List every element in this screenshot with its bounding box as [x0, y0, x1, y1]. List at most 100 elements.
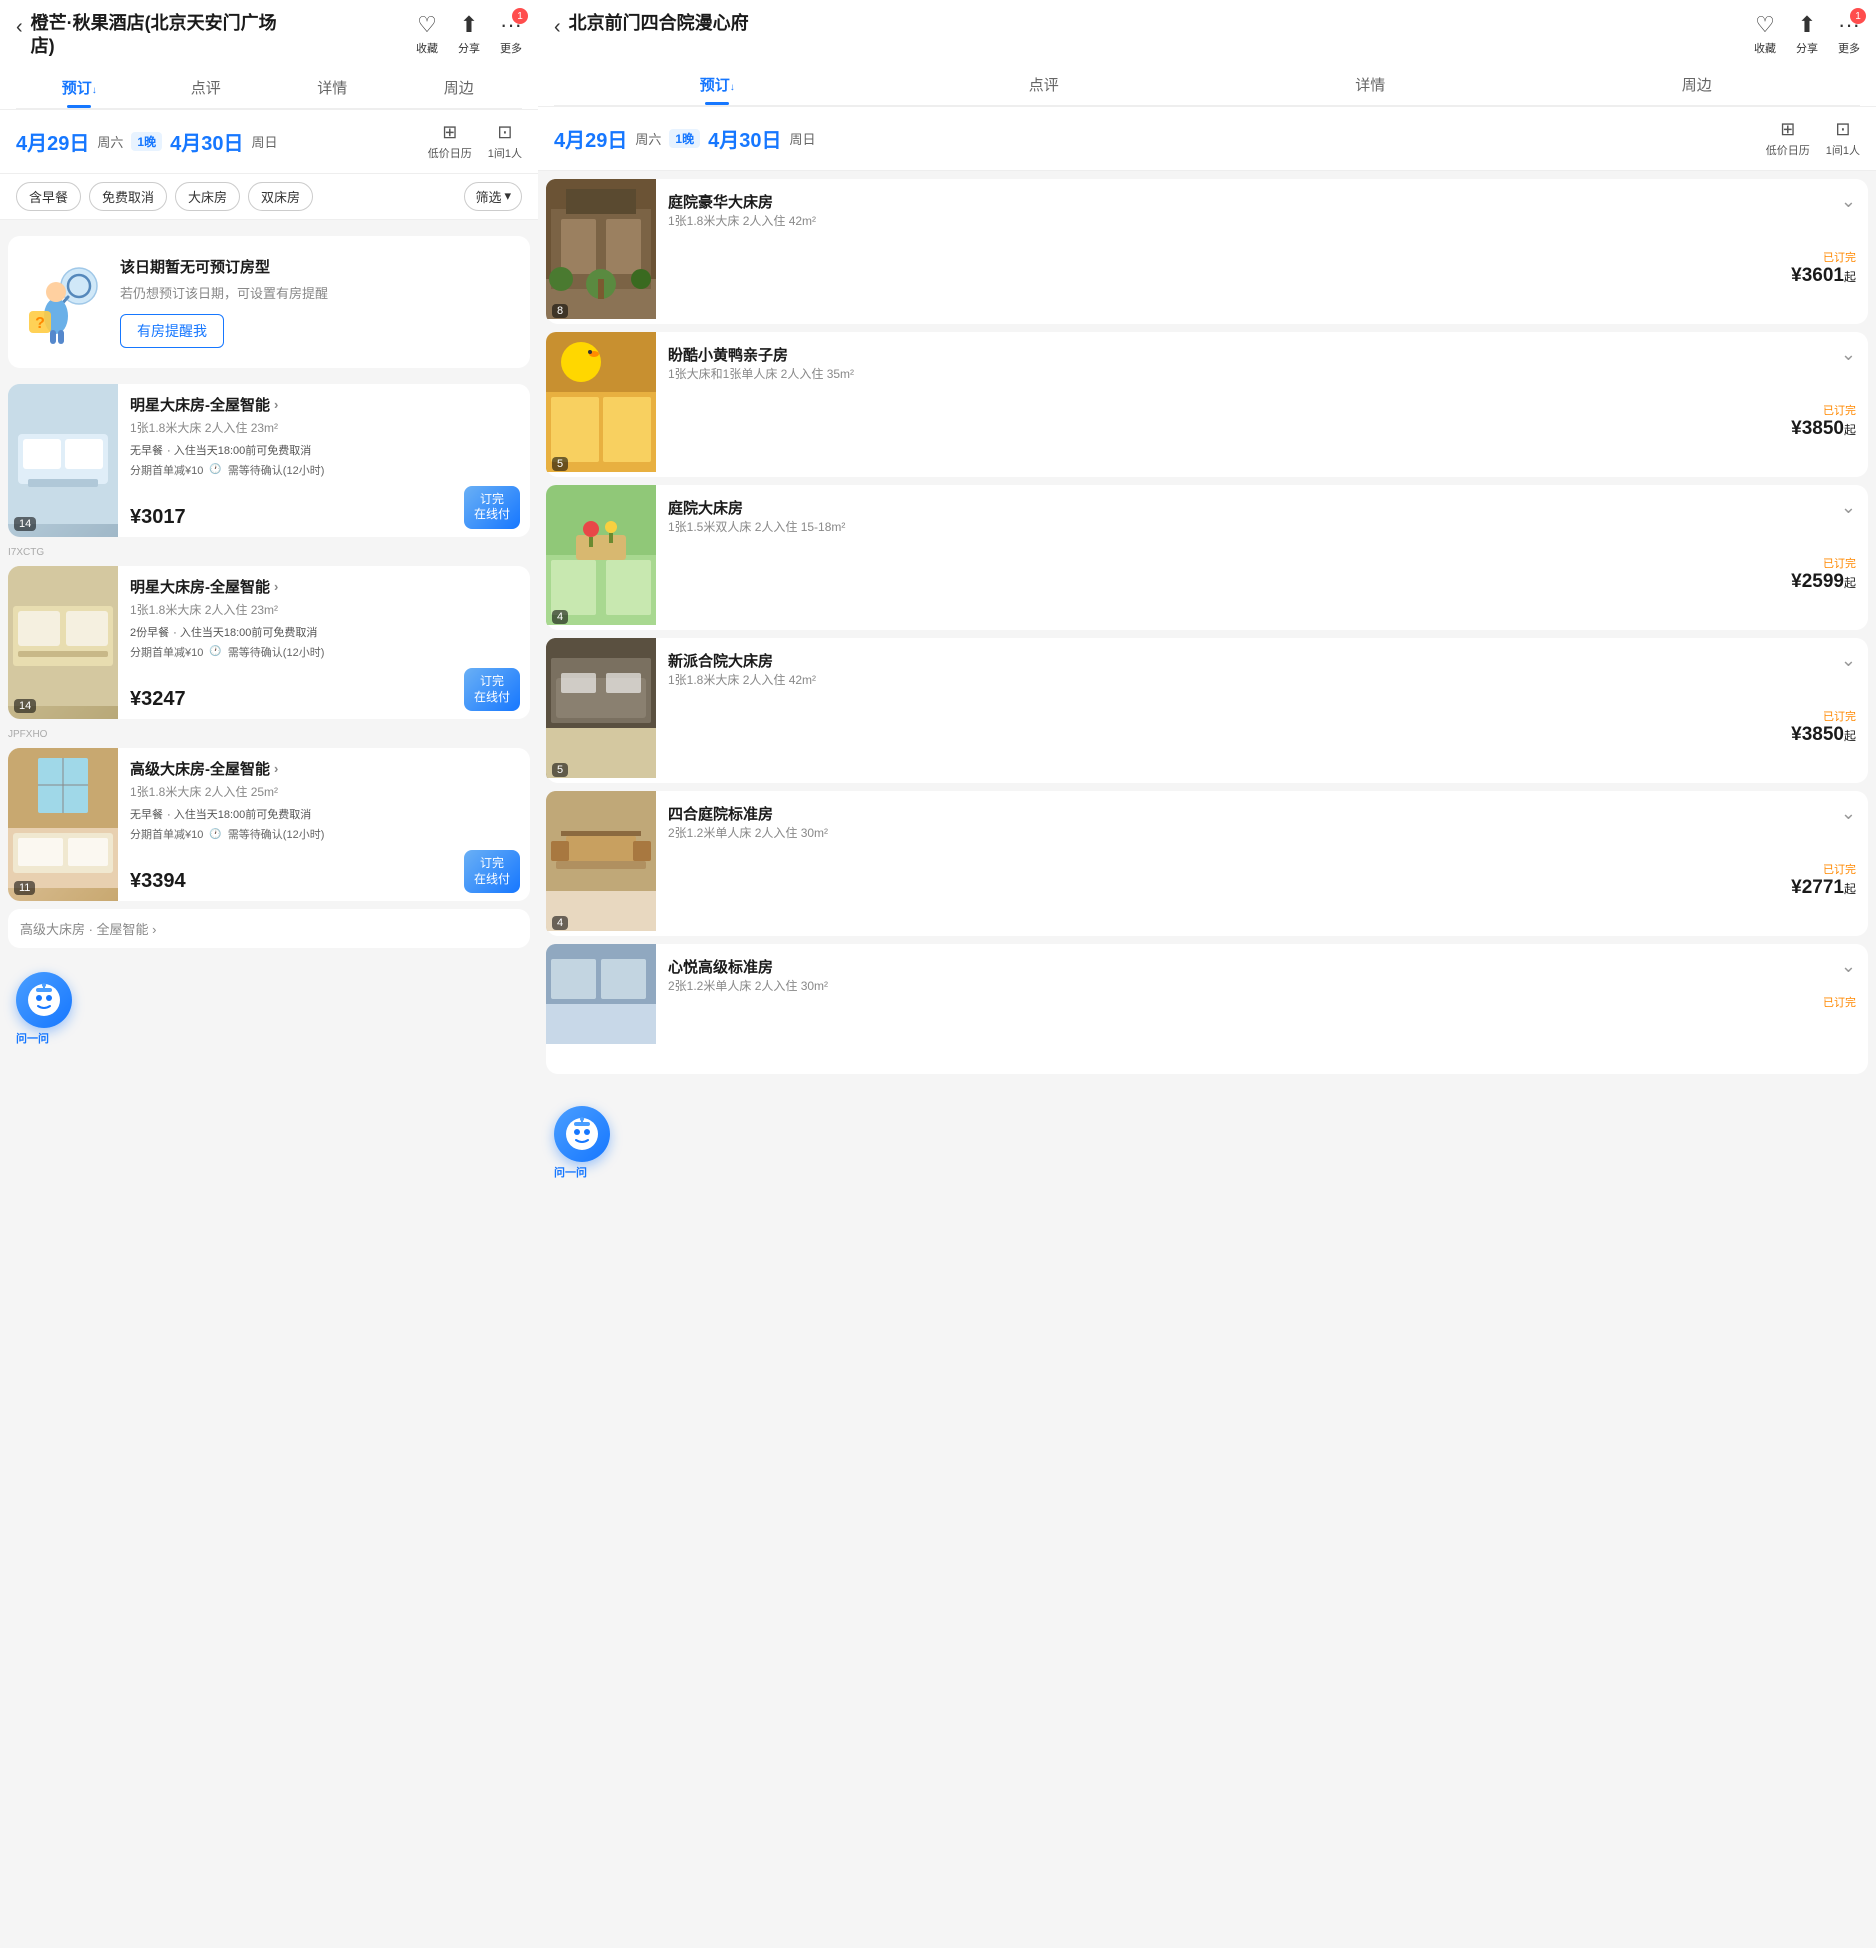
filter-king-bed[interactable]: 大床房: [175, 182, 240, 211]
remind-btn[interactable]: 有房提醒我: [120, 314, 224, 348]
room-tags-1: 无早餐 入住当天18:00前可免费取消: [130, 442, 520, 458]
right-room-img-badge-3: 4: [552, 610, 568, 624]
expand-icon-1[interactable]: ⌄: [1841, 191, 1856, 212]
expand-icon-6[interactable]: ⌄: [1841, 956, 1856, 977]
left-checkin-date[interactable]: 4月29日: [16, 127, 89, 156]
right-room-meta-2: 1张大床和1张单人床 2人入住 35m²: [668, 365, 1856, 382]
right-room-card-2: 5 ⌄ 盼酷小黄鸭亲子房 1张大床和1张单人床 2人入住 35m² 已订完 ¥3…: [546, 332, 1868, 477]
tab-details-right[interactable]: 详情: [1207, 64, 1534, 105]
room-image-3[interactable]: 11: [8, 748, 118, 901]
svg-text:?: ?: [35, 315, 45, 332]
room-tags-3: 无早餐 入住当天18:00前可免费取消: [130, 806, 520, 822]
left-room-person[interactable]: ⊡ 1间1人: [488, 122, 522, 161]
right-room-image-3[interactable]: 4: [546, 485, 656, 630]
right-price-4: ¥3850起: [668, 724, 1856, 746]
room-img-badge-3: 11: [14, 881, 35, 895]
filter-twin-bed[interactable]: 双床房: [248, 182, 313, 211]
room-name-3: 高级大床房-全屋智能 ›: [130, 758, 520, 779]
room-bottom-1: ¥3017 订完 在线付: [130, 486, 520, 529]
tab-nearby-right[interactable]: 周边: [1534, 64, 1861, 105]
filter-select-btn[interactable]: 筛选 ▾: [464, 182, 522, 211]
right-room-meta-4: 1张1.8米大床 2人入住 42m²: [668, 671, 1856, 688]
room-meta-1: 1张1.8米大床 2人入住 23m²: [130, 419, 520, 436]
left-share-action[interactable]: ⬆ 分享: [458, 12, 480, 56]
right-checkout-date[interactable]: 4月30日: [708, 124, 781, 153]
right-checkin-date[interactable]: 4月29日: [554, 124, 627, 153]
tab-nearby-left[interactable]: 周边: [396, 67, 523, 108]
right-share-action[interactable]: ⬆ 分享: [1796, 12, 1818, 56]
right-tab-bar: 预订↓ 点评 详情 周边: [554, 64, 1860, 106]
right-room-image-1[interactable]: 8: [546, 179, 656, 324]
left-header: ‹ 橙芒·秋果酒店(北京天安门广场店) ♡ 收藏 ⬆ 分享 ··· 1 更: [0, 0, 538, 110]
left-more-action[interactable]: ··· 1 更多: [500, 12, 522, 56]
left-ai-wrapper[interactable]: 问一问: [16, 972, 522, 1046]
right-room-card-1: 8 ⌄ 庭院豪华大床房 1张1.8米大床 2人入住 42m² 已订完 ¥3601…: [546, 179, 1868, 324]
left-low-price-calendar[interactable]: ⊞ 低价日历: [428, 122, 472, 161]
filter-free-cancel[interactable]: 免费取消: [89, 182, 167, 211]
book-button-1[interactable]: 订完 在线付: [464, 486, 520, 529]
left-collect-action[interactable]: ♡ 收藏: [416, 12, 438, 56]
right-low-price-calendar[interactable]: ⊞ 低价日历: [1766, 119, 1810, 158]
right-ai-wrapper[interactable]: 问一问: [554, 1106, 1860, 1180]
right-room-name-2: 盼酷小黄鸭亲子房: [668, 344, 1856, 365]
room-image-2[interactable]: 14: [8, 566, 118, 719]
book-button-3[interactable]: 订完 在线付: [464, 850, 520, 893]
right-room-image-5[interactable]: 4: [546, 791, 656, 936]
right-room-image-4[interactable]: 5: [546, 638, 656, 783]
expand-icon-2[interactable]: ⌄: [1841, 344, 1856, 365]
right-room-name-6: 心悦高级标准房: [668, 956, 1856, 977]
right-hotel-title: 北京前门四合院漫心府: [569, 12, 749, 35]
right-checkin-day: 周六: [635, 129, 661, 148]
no-avail-title: 该日期暂无可预订房型: [120, 256, 328, 277]
right-booked-2: 已订完: [668, 402, 1856, 418]
left-scroll-area: 4月29日 周六 1晚 4月30日 周日 ⊞ 低价日历 ⊡ 1间1人 含早餐 免…: [0, 110, 538, 1948]
left-room-list: 14 明星大床房-全屋智能 › 1张1.8米大床 2人入住 23m² 无早餐 入…: [0, 384, 538, 965]
tab-booking-right[interactable]: 预订↓: [554, 64, 881, 105]
right-back-button[interactable]: ‹: [554, 16, 561, 39]
right-ai-label: 问一问: [554, 1164, 587, 1180]
room-image-1[interactable]: 14: [8, 384, 118, 537]
book-button-2[interactable]: 订完 在线付: [464, 668, 520, 711]
right-room-image-6[interactable]: [546, 944, 656, 1074]
share-icon: ⬆: [460, 12, 478, 38]
room-icon-right: ⊡: [1835, 119, 1850, 140]
room-card-1: 14 明星大床房-全屋智能 › 1张1.8米大床 2人入住 23m² 无早餐 入…: [8, 384, 530, 537]
right-ai-bot[interactable]: [554, 1106, 610, 1162]
chevron-right-icon-3: ›: [274, 761, 278, 776]
right-room-info-4: ⌄ 新派合院大床房 1张1.8米大床 2人入住 42m² 已订完 ¥3850起: [656, 638, 1868, 783]
room-img-badge-2: 14: [14, 699, 36, 713]
left-checkout-day: 周日: [251, 132, 277, 151]
left-ai-label: 问一问: [16, 1030, 49, 1046]
expand-icon-5[interactable]: ⌄: [1841, 803, 1856, 824]
no-availability-card: ? 该日期暂无可预订房型 若仍想预订该日期，可设置有房提醒 有房提醒我: [8, 236, 530, 368]
expand-icon-3[interactable]: ⌄: [1841, 497, 1856, 518]
right-room-person[interactable]: ⊡ 1间1人: [1826, 119, 1860, 158]
right-room-meta-3: 1张1.5米双人床 2人入住 15-18m²: [668, 518, 1856, 535]
tab-booking-left[interactable]: 预订↓: [16, 67, 143, 108]
left-hotel-title: 橙芒·秋果酒店(北京天安门广场店): [31, 12, 291, 59]
right-more-action[interactable]: ··· 1 更多: [1838, 12, 1860, 56]
right-room-meta-6: 2张1.2米单人床 2人入住 30m²: [668, 977, 1856, 994]
right-scroll-area: 4月29日 周六 1晚 4月30日 周日 ⊞ 低价日历 ⊡ 1间1人: [538, 107, 1876, 1948]
right-room-list: 8 ⌄ 庭院豪华大床房 1张1.8米大床 2人入住 42m² 已订完 ¥3601…: [538, 179, 1876, 1098]
right-price-2: ¥3850起: [668, 418, 1856, 440]
tab-review-left[interactable]: 点评: [143, 67, 270, 108]
filter-breakfast[interactable]: 含早餐: [16, 182, 81, 211]
left-back-button[interactable]: ‹: [16, 16, 23, 39]
right-booked-3: 已订完: [668, 555, 1856, 571]
right-room-image-2[interactable]: 5: [546, 332, 656, 477]
expand-icon-4[interactable]: ⌄: [1841, 650, 1856, 671]
room-name-1: 明星大床房-全屋智能 ›: [130, 394, 520, 415]
calendar-icon: ⊞: [442, 122, 457, 143]
left-checkout-date[interactable]: 4月30日: [170, 127, 243, 156]
left-ai-bot[interactable]: [16, 972, 72, 1028]
right-date-bar: 4月29日 周六 1晚 4月30日 周日 ⊞ 低价日历 ⊡ 1间1人: [538, 107, 1876, 171]
clock-icon-3: 🕐: [209, 829, 221, 840]
tab-details-left[interactable]: 详情: [269, 67, 396, 108]
room-price-2: ¥3247: [130, 688, 186, 711]
no-avail-text: 该日期暂无可预订房型 若仍想预订该日期，可设置有房提醒 有房提醒我: [120, 256, 328, 348]
room-info-1: 明星大床房-全屋智能 › 1张1.8米大床 2人入住 23m² 无早餐 入住当天…: [118, 384, 530, 537]
right-collect-action[interactable]: ♡ 收藏: [1754, 12, 1776, 56]
tab-review-right[interactable]: 点评: [881, 64, 1208, 105]
right-room-card-5: 4 ⌄ 四合庭院标准房 2张1.2米单人床 2人入住 30m² 已订完 ¥277…: [546, 791, 1868, 936]
